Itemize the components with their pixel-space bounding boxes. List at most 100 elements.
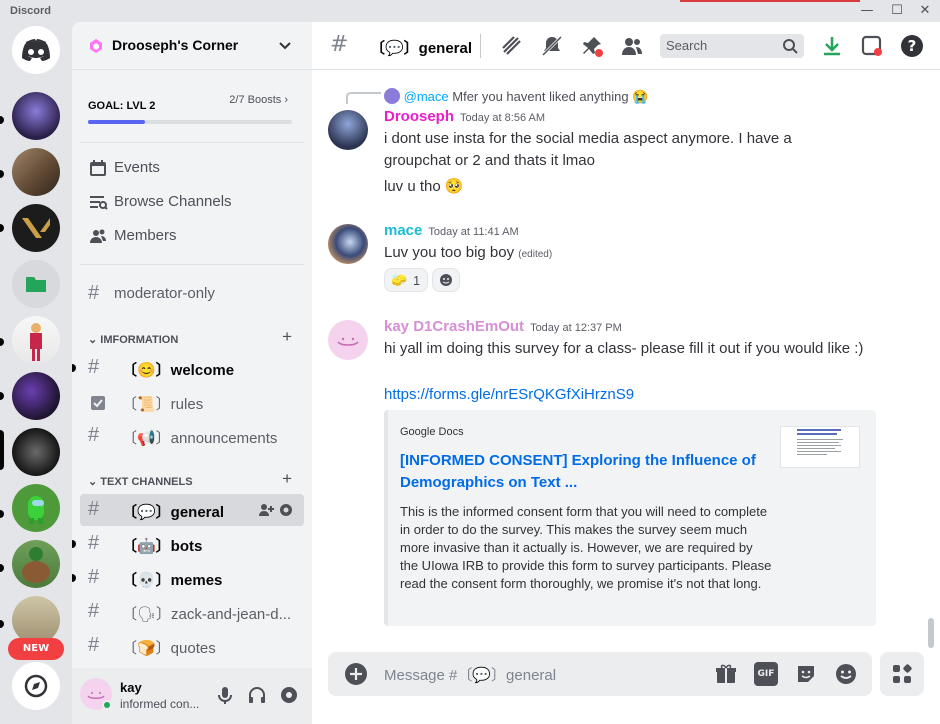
channel-welcome[interactable]: # 〔😊〕welcome xyxy=(72,352,304,384)
channel-label: 〔📜〕rules xyxy=(122,396,204,413)
settings-gear-icon[interactable] xyxy=(278,684,300,706)
server-icon-sign[interactable] xyxy=(12,596,60,644)
server-icon-dark[interactable] xyxy=(12,428,60,476)
channel-memes[interactable]: # 〔💀〕memes xyxy=(72,562,304,594)
channel-moderator-only[interactable]: # moderator-only xyxy=(80,278,304,310)
apps-icon xyxy=(893,664,912,683)
server-icon-character[interactable] xyxy=(12,316,60,364)
server-header[interactable]: Drooseph's Corner xyxy=(72,22,312,70)
boost-progress[interactable]: GOAL: LVL 2 2/7 Boosts › xyxy=(88,94,296,124)
boost-progress-bar xyxy=(88,120,292,124)
reply-preview[interactable]: @mace Mfer you havent liked anything 😭 xyxy=(384,88,648,105)
user-panel: kay informed con... xyxy=(72,668,312,724)
download-icon[interactable] xyxy=(820,34,844,58)
unread-indicator xyxy=(0,116,4,124)
survey-link[interactable]: https://forms.gle/nrESrQKGfXiHrznS9 xyxy=(384,386,634,403)
server-icon-purple[interactable] xyxy=(12,372,60,420)
discover-button[interactable] xyxy=(12,662,60,710)
category-label: ⌄ IMFORMATION xyxy=(88,334,179,346)
character-art-icon xyxy=(30,323,42,361)
embed-thumbnail[interactable] xyxy=(780,426,860,468)
timestamp: Today at 8:56 AM xyxy=(460,112,546,124)
nav-events[interactable]: Events xyxy=(80,152,304,184)
gear-icon[interactable] xyxy=(278,502,294,518)
author-name[interactable]: mace xyxy=(384,222,422,239)
server-icon-among-us[interactable] xyxy=(12,484,60,532)
microphone-icon[interactable] xyxy=(214,684,236,706)
gif-button[interactable]: GIF xyxy=(754,662,778,686)
emoji-icon[interactable] xyxy=(834,662,858,686)
category-text-channels[interactable]: ⌄ TEXT CHANNELS + xyxy=(80,469,304,492)
channel-announcements[interactable]: # 〔📢〕announcements xyxy=(80,420,304,452)
calendar-icon xyxy=(90,160,106,176)
channel-header: # 〔💬〕general Search ? xyxy=(312,22,940,70)
create-channel-icon[interactable]: + xyxy=(282,469,292,489)
crewmate-icon xyxy=(28,496,44,524)
gift-icon[interactable] xyxy=(714,662,738,686)
message-composer[interactable]: Message #〔💬〕general GIF xyxy=(328,652,872,696)
hash-icon: # xyxy=(88,566,100,588)
unread-indicator xyxy=(0,620,4,628)
reply-mention[interactable]: @mace xyxy=(404,89,449,104)
author-name[interactable]: Drooseph xyxy=(384,108,454,125)
author-name[interactable]: kay D1CrashEmOut xyxy=(384,318,524,335)
invite-icon[interactable] xyxy=(258,502,274,518)
message-header: Drooseph Today at 8:56 AM xyxy=(384,108,545,125)
search-input[interactable]: Search xyxy=(660,34,804,58)
avatar[interactable] xyxy=(80,678,112,710)
document-preview-icon xyxy=(797,429,843,455)
pin-icon[interactable] xyxy=(580,34,604,58)
channel-label: 〔🗣〕zack-and-jean-d... xyxy=(122,606,292,623)
reaction[interactable]: 🧽 1 xyxy=(384,268,428,292)
embed-title[interactable]: [INFORMED CONSENT] Exploring the Influen… xyxy=(400,450,760,494)
unread-indicator xyxy=(0,338,4,346)
channel-bots[interactable]: # 〔🤖〕bots xyxy=(72,528,304,560)
avatar[interactable] xyxy=(328,224,368,264)
scrollbar-thumb[interactable] xyxy=(928,618,934,648)
server-icon-capybara[interactable] xyxy=(12,540,60,588)
nav-browse-channels[interactable]: Browse Channels xyxy=(80,186,304,218)
help-icon[interactable]: ? xyxy=(900,34,924,58)
accent-line xyxy=(680,0,860,2)
channel-zack-and-jean[interactable]: # 〔🗣〕zack-and-jean-d... xyxy=(80,596,304,628)
sticker-icon[interactable] xyxy=(794,662,818,686)
chevron-down-icon[interactable] xyxy=(278,39,292,53)
search-placeholder: Search xyxy=(666,38,708,53)
category-information[interactable]: ⌄ IMFORMATION + xyxy=(80,327,304,350)
server-icon-room[interactable] xyxy=(12,148,60,196)
member-list-icon[interactable] xyxy=(620,34,644,58)
sidebar-divider xyxy=(80,142,304,143)
apps-button[interactable] xyxy=(880,652,924,696)
new-badge: NEW xyxy=(8,638,64,660)
folder-button[interactable] xyxy=(12,260,60,308)
minimize-button[interactable]: — xyxy=(856,2,878,20)
create-channel-icon[interactable]: + xyxy=(282,327,292,347)
nav-label: Members xyxy=(114,227,177,244)
timestamp: Today at 11:41 AM xyxy=(428,226,519,238)
notifications-muted-icon[interactable] xyxy=(540,34,564,58)
avatar[interactable] xyxy=(328,320,368,360)
add-attachment-icon[interactable] xyxy=(344,662,368,686)
composer-placeholder: Message #〔💬〕general xyxy=(384,667,557,684)
server-icon-valorant[interactable] xyxy=(12,204,60,252)
home-button[interactable] xyxy=(12,26,60,74)
channel-rules[interactable]: 〔📜〕rules xyxy=(80,386,304,418)
title-bar: Discord — ☐ ✕ xyxy=(0,0,940,22)
channel-quotes[interactable]: # 〔🍞〕quotes xyxy=(80,630,304,662)
maximize-button[interactable]: ☐ xyxy=(886,2,908,20)
inbox-icon[interactable] xyxy=(860,34,884,58)
add-reaction-button[interactable] xyxy=(432,268,460,292)
boost-gem-icon xyxy=(90,39,102,53)
discord-logo-icon xyxy=(22,39,50,61)
nav-members[interactable]: Members xyxy=(80,220,304,252)
server-icon-spider[interactable] xyxy=(12,92,60,140)
unread-indicator xyxy=(0,224,4,232)
close-window-button[interactable]: ✕ xyxy=(914,2,936,20)
nav-label: Browse Channels xyxy=(114,193,232,210)
avatar[interactable] xyxy=(328,110,368,150)
channel-general[interactable]: # 〔💬〕general xyxy=(80,494,304,526)
embed-provider: Google Docs xyxy=(400,426,464,438)
threads-icon[interactable] xyxy=(500,34,524,58)
channel-label: 〔🍞〕quotes xyxy=(122,640,216,657)
headphones-icon[interactable] xyxy=(246,684,268,706)
